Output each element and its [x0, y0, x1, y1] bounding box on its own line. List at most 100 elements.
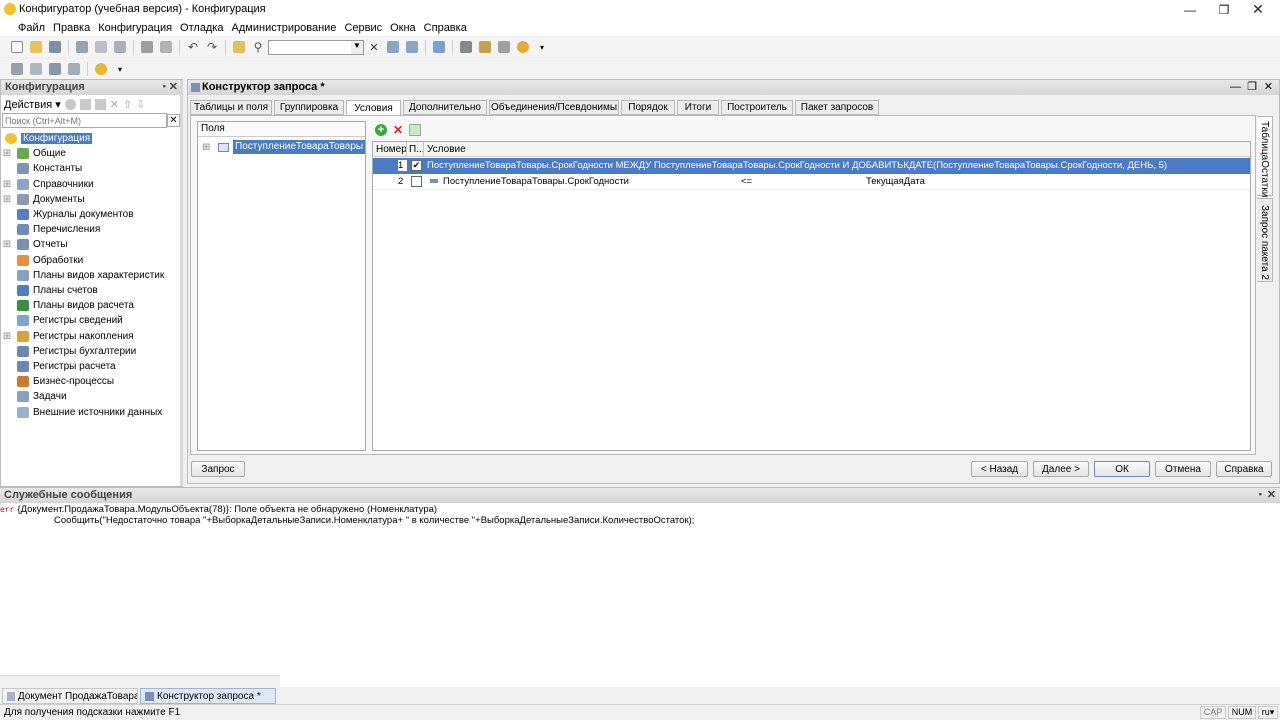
table-row[interactable]: 2 ПоступлениеТовараТовары.СрокГодности <… [373, 174, 1250, 190]
tree-item[interactable]: ⊞ Общие [1, 146, 66, 161]
configuration-search-input[interactable] [2, 113, 167, 128]
clear-search-icon[interactable]: ✕ [365, 38, 383, 56]
close-icon[interactable]: ✕ [1264, 80, 1273, 95]
menu-file[interactable]: Файл [14, 22, 49, 34]
paste-icon[interactable] [111, 38, 129, 56]
minimize-icon[interactable]: — [1230, 80, 1241, 95]
undo-icon[interactable]: ↶ [184, 38, 202, 56]
tree-item[interactable]: Конфигурация [1, 131, 93, 146]
table-row[interactable]: 1 ✔ ПоступлениеТовараТовары.СрокГодности… [373, 158, 1250, 174]
open-icon[interactable] [27, 38, 45, 56]
chevron-down-icon[interactable]: ▼ [351, 40, 363, 54]
redo-icon[interactable]: ↷ [203, 38, 221, 56]
ok-button[interactable]: ОК [1094, 461, 1150, 477]
tab-totals[interactable]: Итоги [677, 100, 719, 115]
database-update-icon[interactable] [46, 60, 64, 78]
delete-icon[interactable]: ✕ [110, 98, 119, 111]
panel-pin-icon[interactable]: ▪ [1259, 489, 1262, 499]
syntax-helper-icon[interactable] [476, 38, 494, 56]
copy-icon[interactable] [94, 98, 106, 110]
cancel-button[interactable]: Отмена [1155, 461, 1211, 477]
side-tab-balances-table[interactable]: ТаблицаОстатки [1257, 116, 1273, 197]
preview-icon[interactable] [157, 38, 175, 56]
add-icon[interactable] [64, 98, 76, 110]
find-prev-icon[interactable] [403, 38, 421, 56]
tree-item[interactable]: Журналы документов [1, 207, 134, 222]
column-condition[interactable]: Условие [427, 144, 466, 155]
move-up-icon[interactable]: ⇧ [123, 98, 132, 111]
new-icon[interactable] [8, 38, 26, 56]
cut-icon[interactable] [73, 38, 91, 56]
tab-builder[interactable]: Построитель [721, 100, 793, 115]
tab-query-batch[interactable]: Пакет запросов [795, 100, 879, 115]
save-icon[interactable] [46, 38, 64, 56]
tree-item[interactable]: ⊞ Регистры накопления [1, 329, 134, 344]
actions-menu[interactable]: Действия ▾ [4, 98, 61, 111]
edit-condition-icon[interactable] [409, 124, 422, 136]
condition-checkbox[interactable] [411, 176, 422, 187]
toolbar-more-icon[interactable]: ▾ [533, 38, 551, 56]
panel-pin-icon[interactable]: ▪ [163, 81, 166, 91]
message-entry[interactable]: err {Документ.ПродажаТовара.МодульОбъекта… [0, 504, 437, 515]
tree-item[interactable]: Регистры расчета [1, 359, 116, 374]
fields-tree-item[interactable]: ⊞ ПоступлениеТовараТовары [202, 140, 366, 154]
calculator-icon[interactable] [495, 38, 513, 56]
panel-close-icon[interactable]: ✕ [169, 80, 178, 93]
tools-icon[interactable] [457, 38, 475, 56]
panel-close-icon[interactable]: ✕ [1267, 488, 1276, 501]
move-down-icon[interactable]: ⇩ [136, 98, 145, 111]
minimize-button[interactable]: — [1172, 0, 1208, 19]
close-button[interactable]: ✕ [1240, 0, 1276, 19]
tree-item[interactable]: Регистры бухгалтерии [1, 344, 136, 359]
help-button[interactable]: Справка [1216, 461, 1272, 477]
expand-icon[interactable]: ⊞ [1, 148, 13, 159]
menu-help[interactable]: Справка [420, 22, 471, 34]
tab-grouping[interactable]: Группировка [274, 100, 344, 115]
tab-conditions[interactable]: Условия [346, 100, 401, 116]
tab-unions-aliases[interactable]: Объединения/Псевдонимы [489, 100, 619, 115]
delete-condition-icon[interactable]: ✕ [393, 123, 403, 137]
menu-windows[interactable]: Окна [386, 22, 420, 34]
edit-icon[interactable] [79, 98, 91, 110]
menu-configuration[interactable]: Конфигурация [94, 22, 176, 34]
tree-item[interactable]: Бизнес-процессы [1, 374, 114, 389]
windows-icon[interactable] [430, 38, 448, 56]
back-button[interactable]: < Назад [971, 461, 1028, 477]
status-lang[interactable]: ru▾ [1258, 706, 1278, 719]
expand-icon[interactable]: ⊞ [1, 331, 13, 342]
menu-administration[interactable]: Администрирование [228, 22, 341, 34]
menu-debug[interactable]: Отладка [176, 22, 227, 34]
column-number[interactable]: Номер [376, 144, 407, 155]
clear-search-icon[interactable]: ✕ [167, 114, 180, 127]
config-window-icon[interactable] [8, 60, 26, 78]
tree-vertical-splitter[interactable] [180, 80, 183, 486]
next-button[interactable]: Далее > [1033, 461, 1089, 477]
tree-item[interactable]: Планы видов характеристик [1, 268, 164, 283]
tree-item[interactable]: Регистры сведений [1, 313, 123, 328]
tree-item[interactable]: Планы видов расчета [1, 298, 134, 313]
restore-icon[interactable]: ❐ [1247, 80, 1257, 95]
side-tab-batch-query-2[interactable]: Запрос пакета 2 [1257, 198, 1273, 282]
search-combo[interactable]: ▼ [268, 39, 364, 55]
info-icon[interactable] [514, 38, 532, 56]
run-debug-icon[interactable] [92, 60, 110, 78]
config-compare-icon[interactable] [27, 60, 45, 78]
run-more-icon[interactable]: ▾ [111, 60, 129, 78]
task-tab-document[interactable]: Документ ПродажаТовара: ... [2, 688, 138, 704]
search-icon[interactable]: ⚲ [249, 38, 267, 56]
tree-item[interactable]: Задачи [1, 389, 67, 404]
tree-item[interactable]: Обработки [1, 253, 83, 268]
tree-item[interactable]: ⊞ Документы [1, 192, 85, 207]
condition-checkbox[interactable]: ✔ [411, 160, 422, 171]
horizontal-scrollbar[interactable] [0, 675, 280, 687]
menu-service[interactable]: Сервис [340, 22, 386, 34]
expand-icon[interactable]: ⊞ [1, 179, 13, 190]
menu-edit[interactable]: Правка [49, 22, 94, 34]
query-button[interactable]: Запрос [191, 461, 245, 477]
tab-advanced[interactable]: Дополнительно [403, 100, 487, 115]
copy-icon[interactable] [92, 38, 110, 56]
tree-item[interactable]: ⊞ Отчеты [1, 237, 68, 252]
print-icon[interactable] [138, 38, 156, 56]
tab-tables-and-fields[interactable]: Таблицы и поля [190, 100, 272, 115]
tree-item[interactable]: Константы [1, 161, 82, 176]
